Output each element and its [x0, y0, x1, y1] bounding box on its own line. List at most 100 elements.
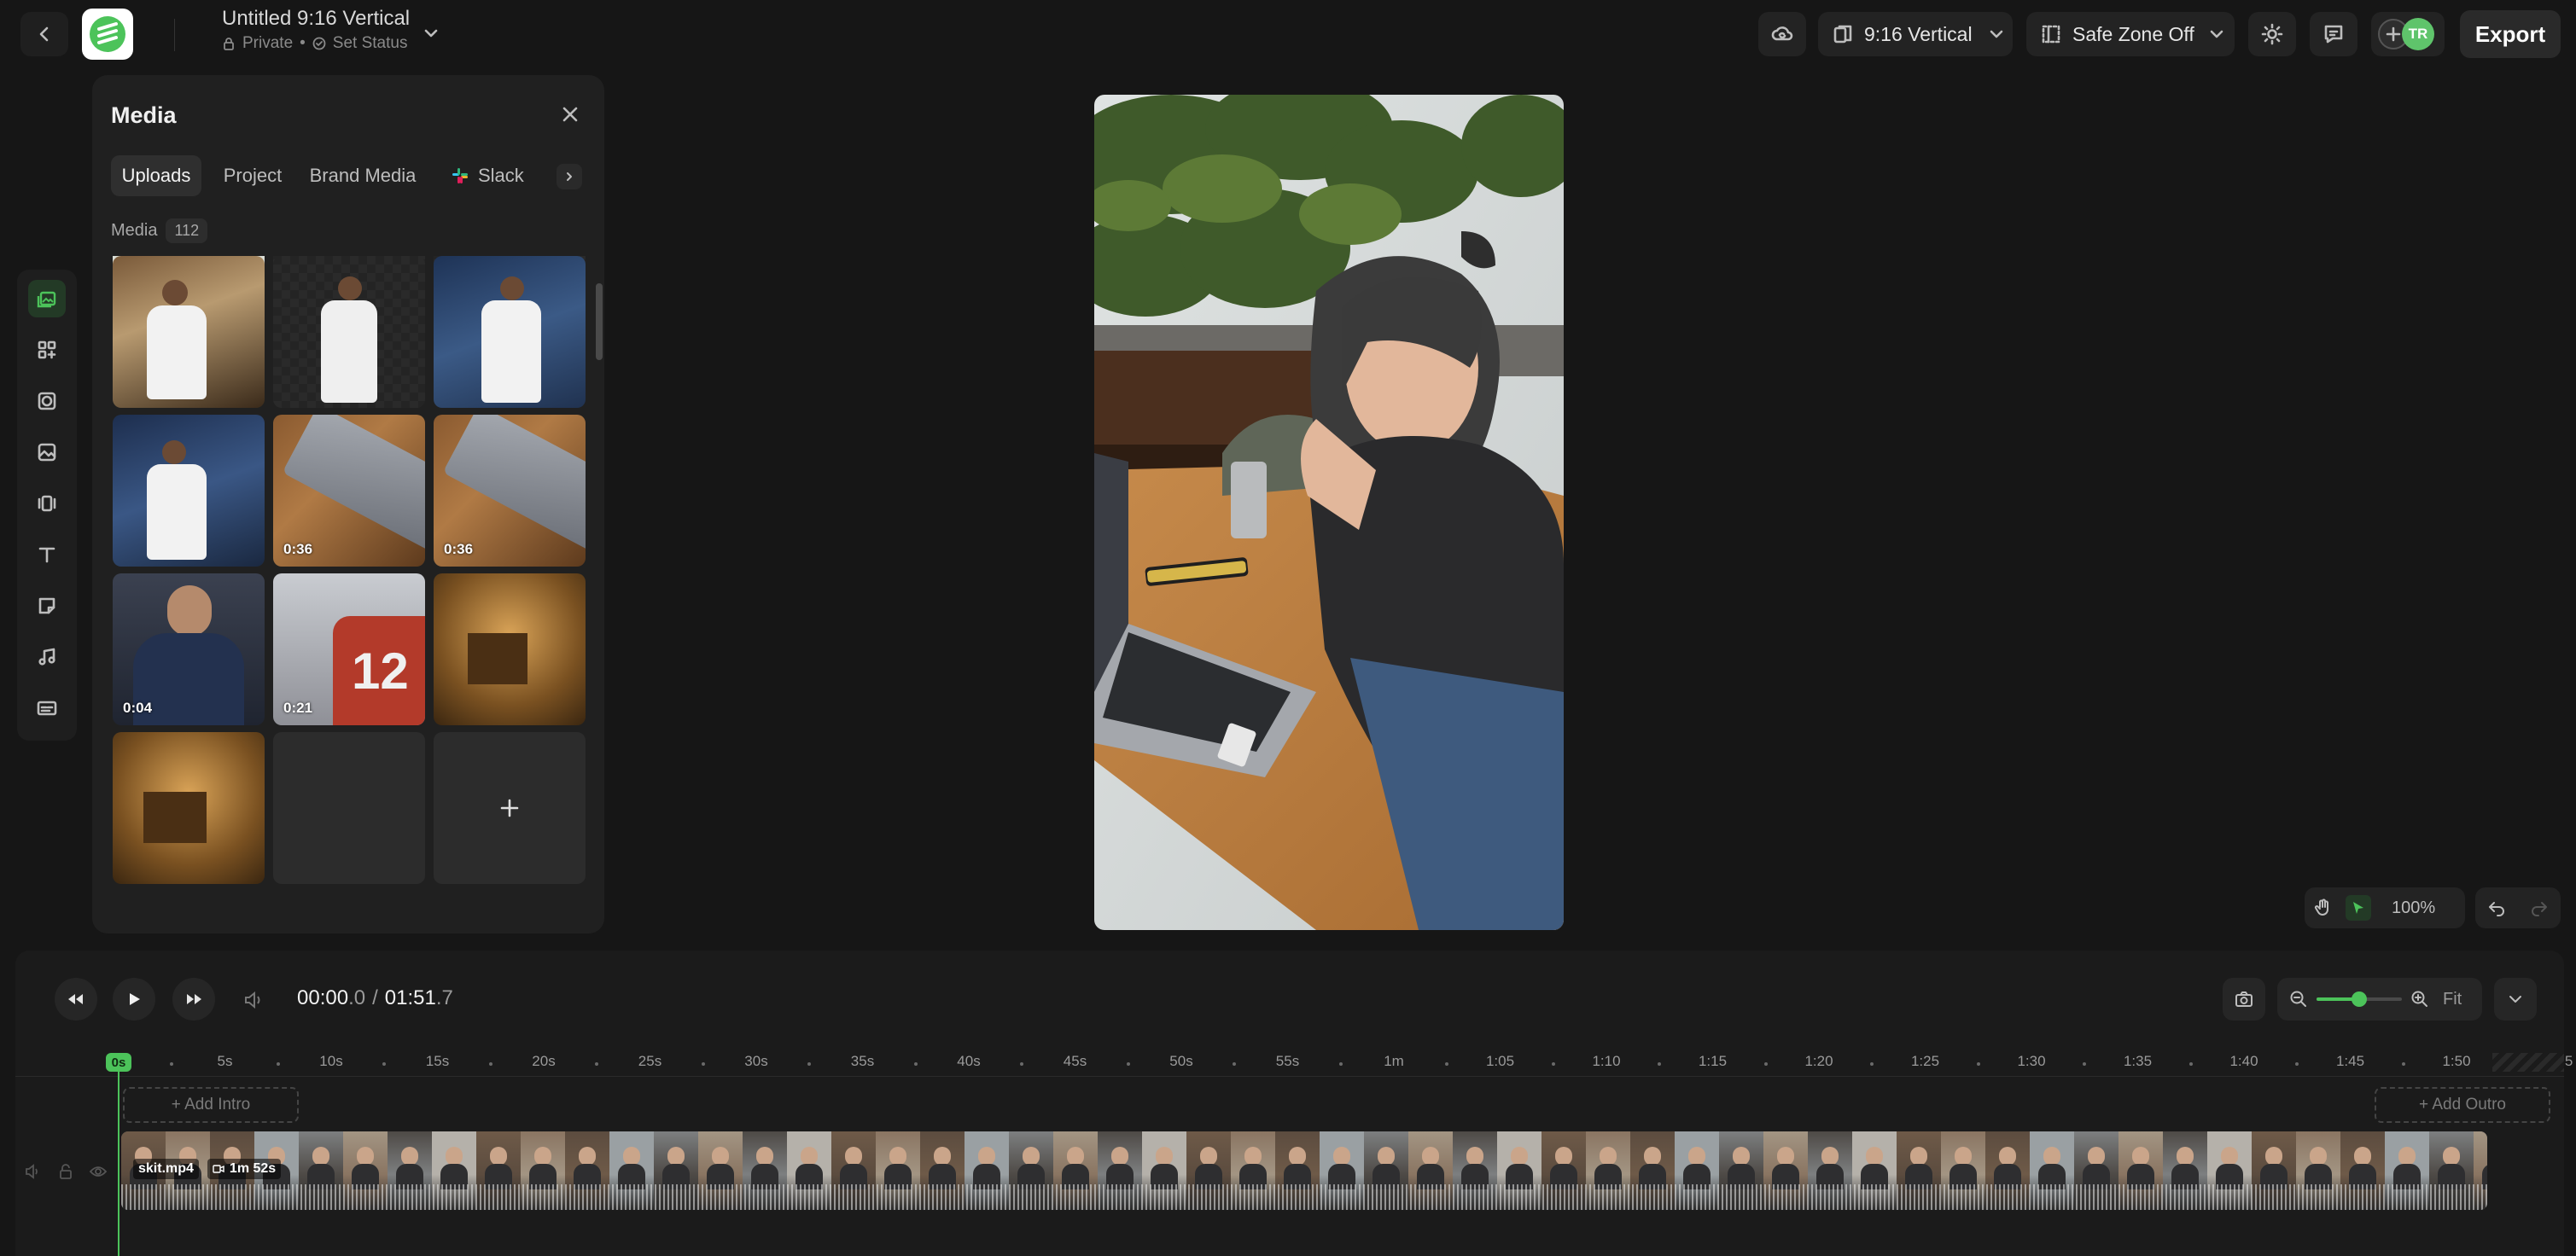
project-info[interactable]: Untitled 9:16 Vertical Private • Set Sta… — [222, 7, 410, 53]
rail-stickers-button[interactable] — [28, 587, 66, 625]
frame-subject — [1156, 1147, 1173, 1166]
tool-rail — [17, 270, 77, 741]
rewind-button[interactable] — [55, 978, 97, 1020]
zoom-in-icon[interactable] — [2410, 990, 2429, 1009]
comments-button[interactable] — [2310, 12, 2357, 56]
fast-forward-button[interactable] — [172, 978, 215, 1020]
zoom-slider-knob[interactable] — [2352, 991, 2367, 1007]
ruler-tick-label: 1:10 — [1592, 1053, 1621, 1069]
rail-text-button[interactable] — [28, 536, 66, 573]
aspect-ratio-dropdown[interactable]: 9:16 Vertical — [1818, 12, 2013, 56]
share-collaborators-button[interactable]: TR — [2371, 12, 2445, 56]
frame-subject — [2221, 1147, 2238, 1166]
back-button[interactable] — [20, 12, 68, 56]
media-thumbnail[interactable]: 0:36 — [273, 415, 425, 567]
frame-subject — [534, 1147, 551, 1166]
add-outro-button[interactable]: + Add Outro — [2375, 1087, 2550, 1123]
zoom-slider[interactable] — [2317, 990, 2402, 1009]
music-icon — [38, 648, 55, 666]
media-thumbnail[interactable] — [113, 256, 265, 408]
rail-overlays-button[interactable] — [28, 382, 66, 420]
ruler-tick-dot — [913, 1062, 918, 1066]
play-button[interactable] — [113, 978, 155, 1020]
rail-audio-button[interactable] — [28, 638, 66, 676]
frame-subject — [1333, 1147, 1350, 1166]
track-volume-icon[interactable] — [24, 1162, 43, 1181]
frame-subject — [1688, 1147, 1705, 1166]
media-thumbnail[interactable] — [113, 732, 265, 884]
ruler-tick-dot — [1126, 1062, 1130, 1066]
frame-subject — [667, 1147, 685, 1166]
hand-tool-icon[interactable] — [2313, 898, 2334, 918]
current-time: 00:00 — [297, 986, 349, 1009]
media-thumbnail[interactable] — [273, 256, 425, 408]
app-logo[interactable] — [82, 9, 133, 60]
theme-toggle-button[interactable] — [2248, 12, 2296, 56]
add-intro-button[interactable]: + Add Intro — [123, 1087, 299, 1123]
tab-slack[interactable]: Slack — [451, 155, 536, 196]
frame-subject — [1555, 1147, 1572, 1166]
playhead-line[interactable] — [118, 1072, 119, 1256]
snapshot-button[interactable] — [2223, 978, 2265, 1020]
frame-subject — [712, 1147, 729, 1166]
rail-media-button[interactable] — [28, 280, 66, 317]
rail-images-button[interactable] — [28, 433, 66, 471]
media-thumbnail[interactable]: 12 0:21 — [273, 573, 425, 725]
tab-project[interactable]: Project — [212, 155, 294, 196]
video-camera-icon — [213, 1165, 224, 1173]
rail-transitions-button[interactable] — [28, 485, 66, 522]
project-title[interactable]: Untitled 9:16 Vertical — [222, 7, 410, 31]
duration-badge: 0:04 — [123, 700, 153, 716]
timeline-collapse-button[interactable] — [2494, 978, 2537, 1020]
rail-elements-button[interactable] — [28, 331, 66, 369]
media-thumbnail[interactable]: 0:36 — [434, 415, 586, 567]
frame-subject — [1023, 1147, 1040, 1166]
upload-media-button[interactable] — [434, 732, 586, 884]
frame-subject — [801, 1147, 818, 1166]
track-visibility-icon[interactable] — [89, 1162, 108, 1181]
avatar[interactable]: TR — [2402, 18, 2434, 50]
playhead-marker[interactable]: 0s — [106, 1053, 131, 1072]
tab-uploads[interactable]: Uploads — [111, 155, 201, 196]
select-tool-button[interactable] — [2346, 895, 2371, 921]
media-thumbnail[interactable] — [113, 415, 265, 567]
time-separator: / — [372, 986, 378, 1009]
media-scrollbar[interactable] — [596, 283, 603, 360]
chevron-left-icon — [39, 26, 49, 42]
duration-badge: 0:21 — [283, 700, 313, 716]
media-section-header: Media 112 — [111, 218, 208, 243]
preview-frame — [1094, 95, 1564, 930]
safe-zone-dropdown[interactable]: Safe Zone Off — [2026, 12, 2235, 56]
frame-subject — [312, 1147, 329, 1166]
logo-icon — [90, 16, 125, 52]
ruler-tick-label: 1:20 — [1804, 1053, 1833, 1069]
zoom-level[interactable]: 100% — [2392, 898, 2435, 918]
ruler-tick-label: 1:50 — [2442, 1053, 2471, 1069]
media-thumbnail[interactable]: 0:04 — [113, 573, 265, 725]
chevron-down-icon — [2509, 996, 2521, 1003]
mute-button[interactable] — [242, 989, 265, 1011]
media-panel-title: Media — [111, 102, 177, 128]
zoom-out-icon[interactable] — [2289, 990, 2308, 1009]
rail-captions-button[interactable] — [28, 689, 66, 727]
video-preview[interactable] — [1094, 95, 1564, 930]
track-lock-icon[interactable] — [56, 1162, 75, 1181]
media-thumbnail[interactable] — [434, 573, 586, 725]
media-thumbnail[interactable] — [434, 256, 586, 408]
fit-button[interactable]: Fit — [2443, 990, 2462, 1009]
cloud-sync-button[interactable] — [1758, 12, 1806, 56]
frame-subject — [1644, 1147, 1661, 1166]
export-button[interactable]: Export — [2460, 10, 2561, 58]
tab-brand-media[interactable]: Brand Media — [302, 155, 423, 196]
close-panel-button[interactable] — [560, 104, 580, 125]
frame-subject — [2132, 1147, 2149, 1166]
media-thumbnail-placeholder[interactable] — [273, 732, 425, 884]
video-clip[interactable]: skit.mp4 1m 52s — [121, 1131, 2487, 1210]
total-time: 01:51 — [384, 986, 436, 1009]
undo-icon[interactable] — [2487, 898, 2506, 917]
privacy-label[interactable]: Private — [242, 34, 293, 53]
set-status-link[interactable]: Set Status — [333, 34, 408, 53]
project-menu-chevron[interactable] — [422, 24, 440, 43]
tabs-scroll-right[interactable] — [557, 164, 582, 189]
redo-icon[interactable] — [2530, 898, 2549, 917]
